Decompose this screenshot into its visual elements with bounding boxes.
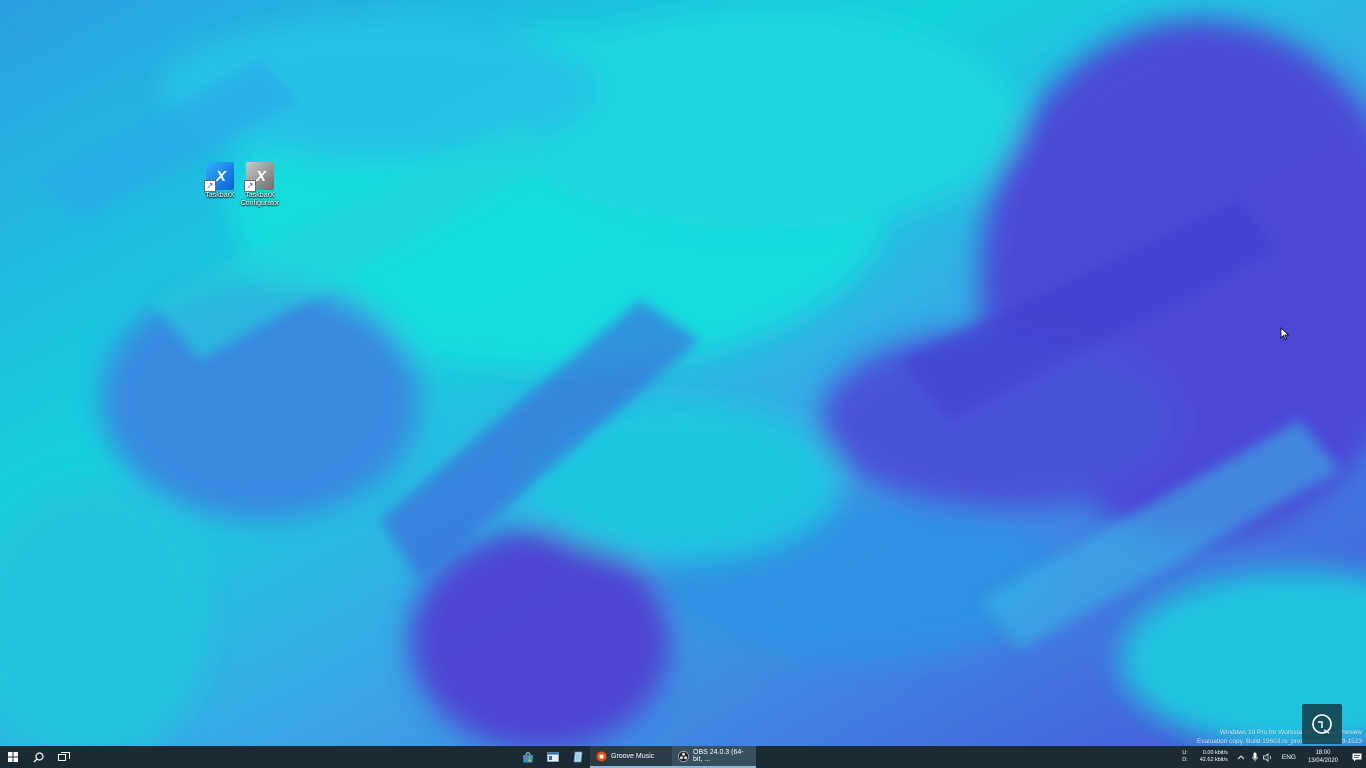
- taskbarx-configurator-icon: X ↗: [244, 162, 274, 192]
- store-icon: [522, 752, 533, 763]
- task-view-icon: [57, 752, 70, 761]
- desktop[interactable]: X ↗ TaskbarX X ↗ TaskbarX Configurator W…: [0, 0, 1366, 746]
- mouse-cursor-icon: [1280, 327, 1290, 341]
- task-view-button[interactable]: [51, 746, 76, 768]
- desktop-icon-taskbarx-configurator[interactable]: X ↗ TaskbarX Configurator: [236, 162, 284, 208]
- action-center-button[interactable]: [1348, 746, 1366, 768]
- obs-icon: [678, 750, 689, 762]
- input-language-indicator[interactable]: ENG: [1282, 754, 1296, 761]
- groove-music-icon: [596, 750, 607, 762]
- wallpaper: [0, 0, 1366, 746]
- shortcut-arrow-icon: ↗: [204, 180, 216, 192]
- clock-time: 18:00: [1315, 750, 1331, 756]
- volume-button[interactable]: [1262, 746, 1276, 768]
- taskbar-app-label: OBS 24.0.3 (64-bit, ...: [693, 749, 744, 763]
- taskbar-apps: Groove Music OBS 24.0.3 (64-bit, ...: [515, 746, 756, 768]
- desktop-icon-label: TaskbarX: [205, 192, 235, 199]
- microsoft-store-button[interactable]: [515, 746, 540, 768]
- chevron-up-icon: [1237, 755, 1245, 760]
- floating-overlay-button[interactable]: [1302, 704, 1342, 744]
- upload-label: U:: [1182, 750, 1188, 756]
- show-hidden-icons-button[interactable]: [1234, 746, 1248, 768]
- search-icon: [33, 751, 44, 762]
- upload-speed: 0.00 kbit/s: [1202, 750, 1228, 756]
- notepad-icon: [573, 751, 582, 763]
- download-speed: 42.62 kbit/s: [1199, 757, 1228, 763]
- taskbar-app-obs[interactable]: OBS 24.0.3 (64-bit, ...: [672, 746, 756, 768]
- microphone-icon: [1252, 752, 1258, 762]
- search-button[interactable]: [26, 746, 51, 768]
- speaker-icon: [1263, 752, 1272, 762]
- taskbar-app-label: Groove Music: [611, 752, 655, 760]
- microphone-button[interactable]: [1248, 746, 1262, 768]
- network-speed-monitor[interactable]: U: D: 0.00 kbit/s 42.62 kbit/s: [1182, 750, 1228, 764]
- system-tray: U: D: 0.00 kbit/s 42.62 kbit/s ENG 18:00…: [1182, 746, 1366, 768]
- chat-bubble-icon: [1312, 714, 1332, 734]
- taskbarx-icon: X ↗: [204, 162, 234, 192]
- start-button[interactable]: [0, 746, 26, 768]
- notification-icon: [1352, 753, 1362, 761]
- taskbar: Groove Music OBS 24.0.3 (64-bit, ... U: …: [0, 746, 1366, 768]
- window-icon: [546, 752, 559, 762]
- shortcut-arrow-icon: ↗: [244, 180, 256, 192]
- desktop-icon-label: TaskbarX Configurator: [240, 192, 280, 207]
- taskbar-app-groove-music[interactable]: Groove Music: [590, 746, 672, 768]
- clock-date: 13/04/2020: [1307, 758, 1338, 764]
- taskbar-clock[interactable]: 18:00 13/04/2020: [1308, 749, 1338, 765]
- windows-logo-icon: [8, 752, 18, 762]
- window-app-button[interactable]: [540, 746, 565, 768]
- download-label: D:: [1182, 757, 1188, 763]
- notepad-button[interactable]: [565, 746, 590, 768]
